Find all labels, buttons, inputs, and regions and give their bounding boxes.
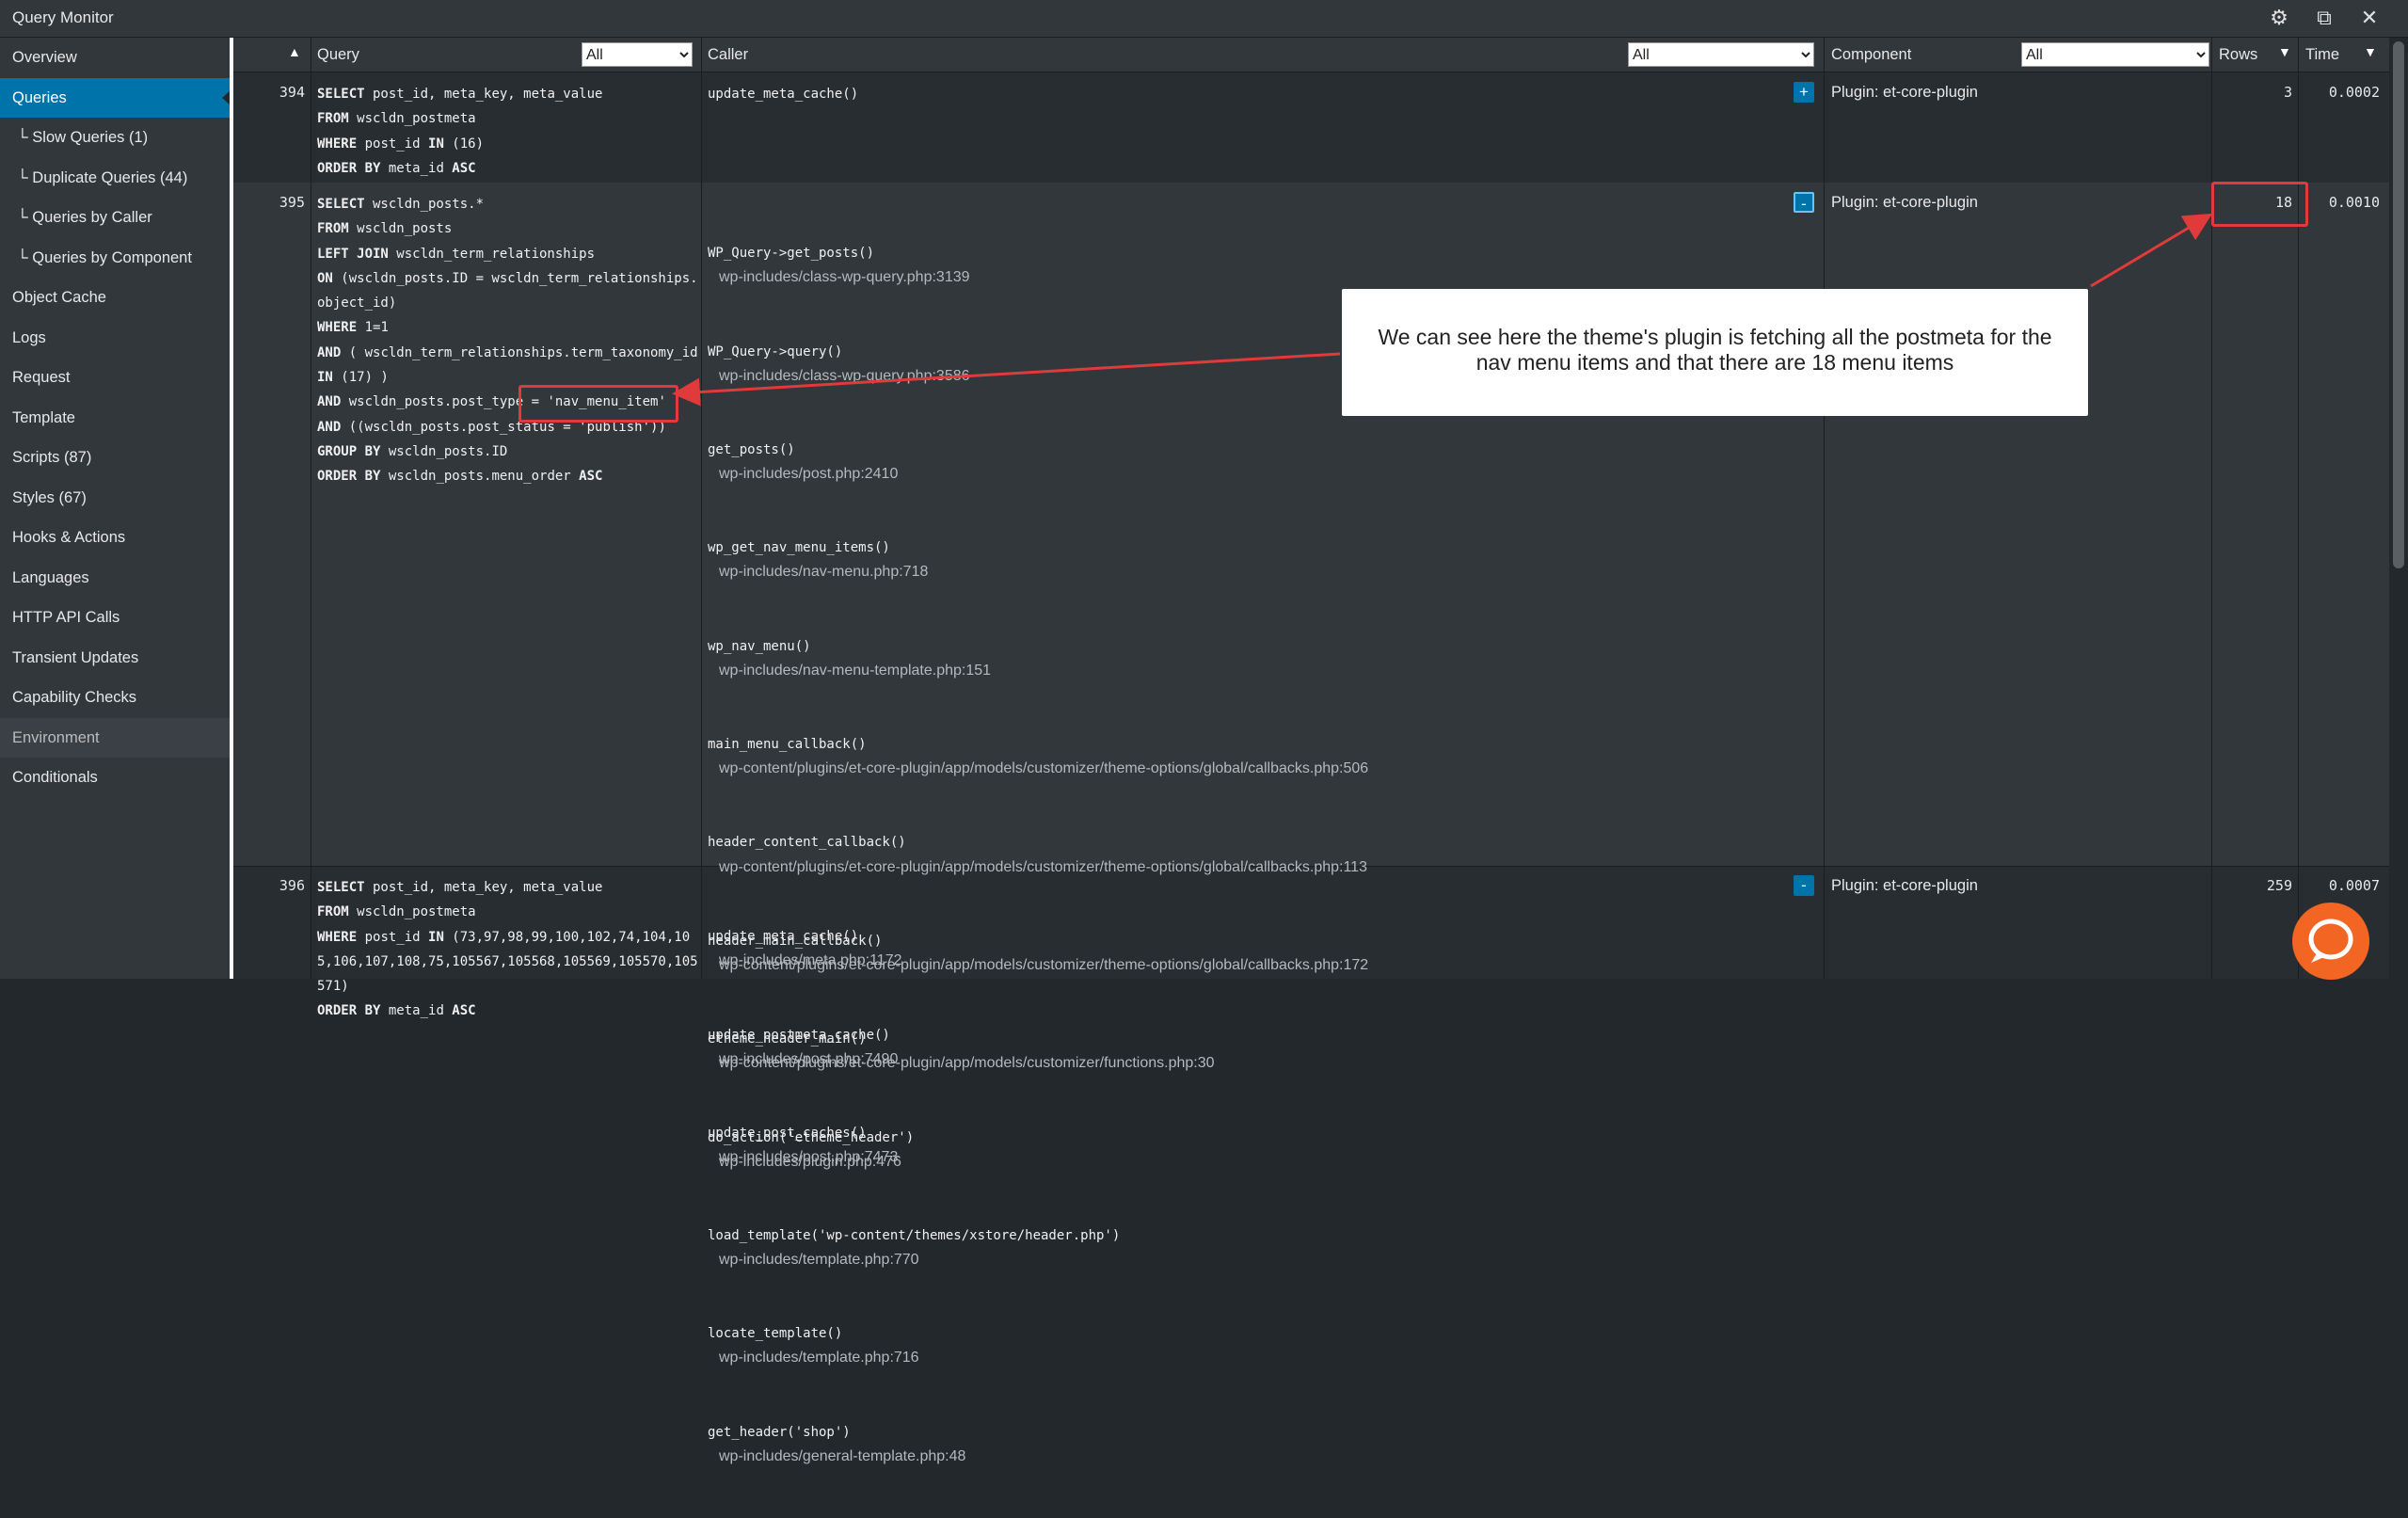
arrow-to-rows: [2090, 213, 2213, 288]
annotation-arrows: [672, 213, 2213, 407]
chat-button[interactable]: [2292, 903, 2369, 980]
arrow-to-query: [672, 352, 1341, 407]
annotation-callout: We can see here the theme's plugin is fe…: [1342, 289, 2088, 416]
chat-bubble-icon: [2308, 919, 2353, 963]
